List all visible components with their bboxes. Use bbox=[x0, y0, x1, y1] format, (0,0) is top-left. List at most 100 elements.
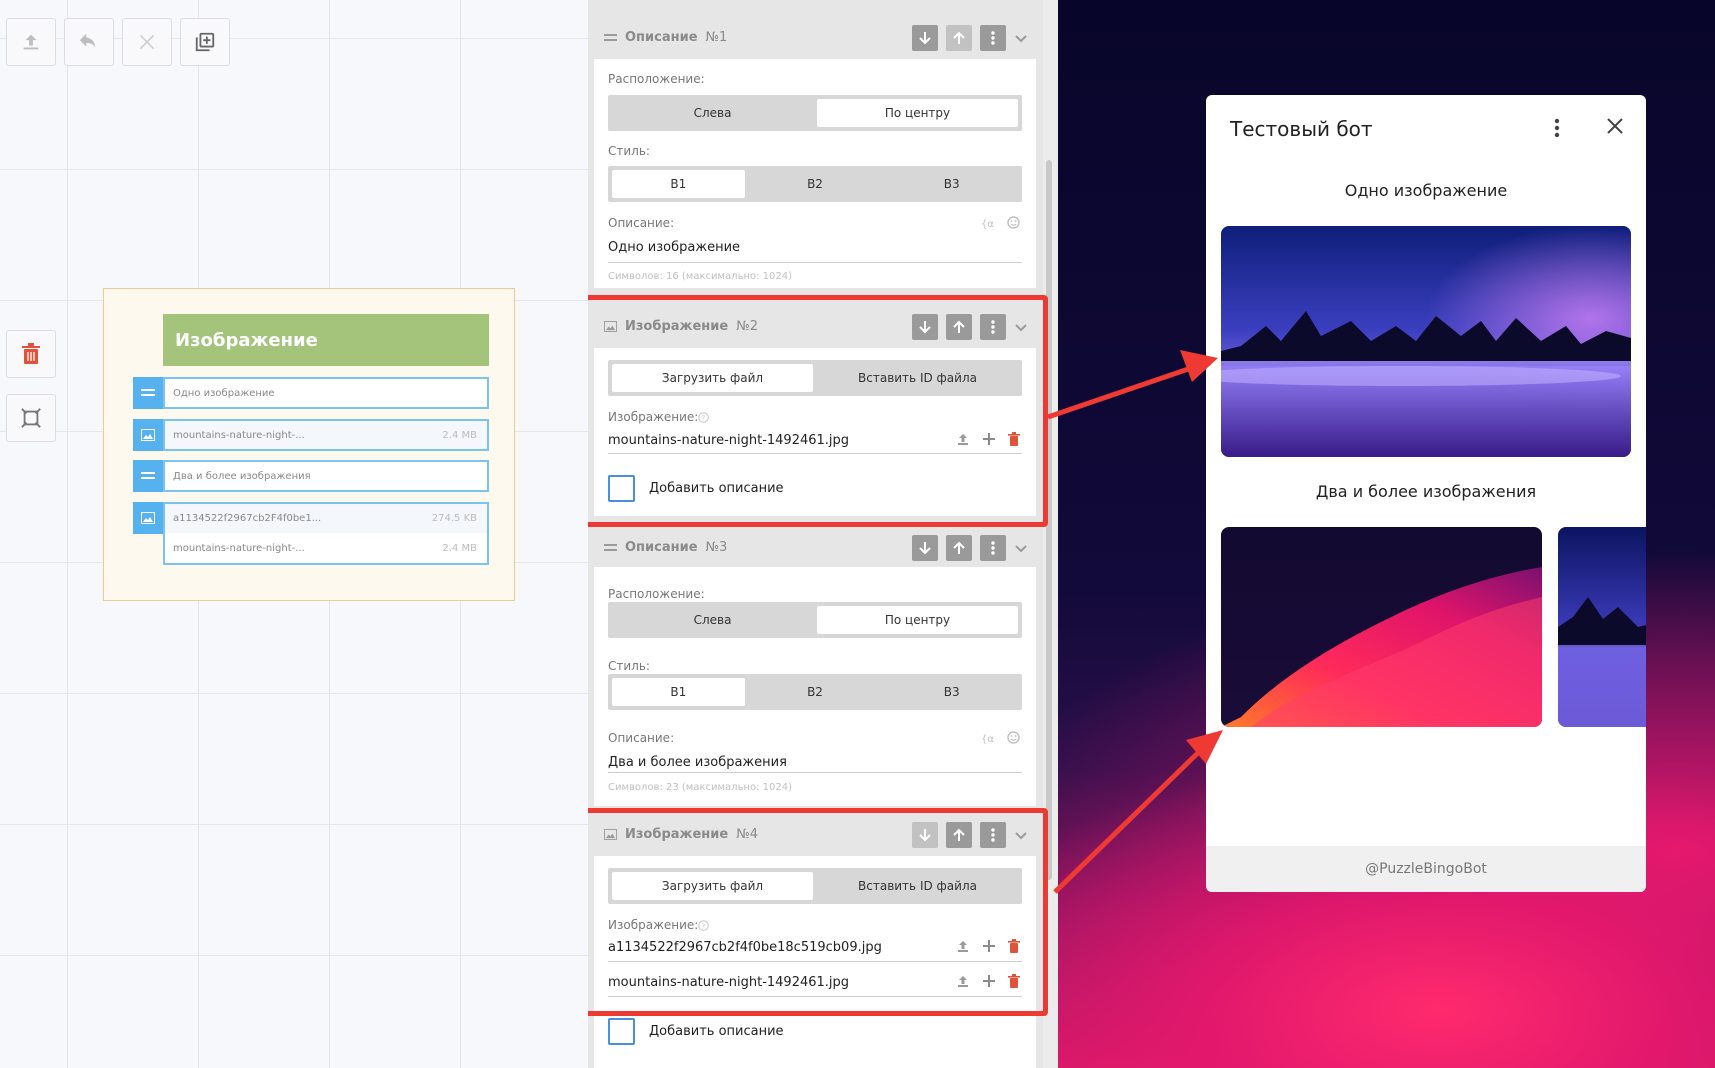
bot-title: Тестовый бот bbox=[1230, 117, 1373, 141]
block-body-description-3: Расположение: Слева По центру Стиль: B1 … bbox=[594, 567, 1036, 806]
option-center[interactable]: По центру bbox=[817, 606, 1018, 634]
image-badge bbox=[133, 419, 163, 451]
node-row-label: mountains-nature-night-... bbox=[173, 429, 305, 441]
style-toggle[interactable]: B1 B2 B3 bbox=[608, 674, 1022, 710]
image-icon bbox=[141, 429, 155, 441]
char-counter: Символов: 16 (максимально: 1024) bbox=[608, 271, 793, 282]
block-header-description-1[interactable]: Описание №1 bbox=[594, 15, 1036, 59]
move-down-button[interactable] bbox=[912, 535, 938, 561]
svg-text:{α: {α bbox=[981, 219, 994, 229]
more-button[interactable] bbox=[980, 535, 1006, 561]
upload-icon bbox=[23, 34, 39, 50]
option-center[interactable]: По центру bbox=[817, 99, 1018, 127]
block-number: №3 bbox=[705, 539, 728, 555]
kebab-icon bbox=[991, 31, 995, 45]
option-b1[interactable]: B1 bbox=[612, 170, 745, 198]
export-button[interactable] bbox=[6, 18, 56, 66]
more-button[interactable] bbox=[980, 25, 1006, 51]
undo-button[interactable] bbox=[64, 18, 114, 66]
description-input[interactable]: Одно изображение bbox=[608, 240, 740, 255]
divider bbox=[608, 262, 1022, 263]
move-up-button[interactable] bbox=[946, 535, 972, 561]
file-size: 2.4 MB bbox=[442, 429, 477, 441]
add-block-button[interactable] bbox=[180, 18, 230, 66]
style-label: Стиль: bbox=[608, 659, 650, 673]
text-badge bbox=[133, 377, 163, 409]
file-size: 2.4 MB bbox=[442, 542, 477, 554]
file-size: 274.5 KB bbox=[431, 513, 477, 524]
option-b1[interactable]: B1 bbox=[612, 678, 745, 706]
move-up-button[interactable] bbox=[946, 25, 972, 51]
style-toggle[interactable]: B1 B2 B3 bbox=[608, 166, 1022, 202]
kebab-icon[interactable] bbox=[1554, 117, 1560, 139]
block-type: Описание bbox=[625, 29, 698, 45]
delete-node-button[interactable] bbox=[6, 330, 56, 378]
description-input[interactable]: Два и более изображения bbox=[608, 755, 787, 770]
add-copy-icon bbox=[195, 32, 215, 52]
image-badge bbox=[133, 502, 163, 534]
style-label: Стиль: bbox=[608, 144, 650, 158]
kebab-icon bbox=[991, 541, 995, 555]
bot-preview-area: Тестовый бот Одно изображение Два и боле… bbox=[1058, 0, 1715, 1068]
frame-icon bbox=[21, 408, 41, 428]
node-row-label: mountains-nature-night-... bbox=[173, 542, 305, 554]
chevron-down-icon[interactable] bbox=[1014, 31, 1028, 45]
bot-username: @PuzzleBingoBot bbox=[1206, 846, 1646, 892]
node-title: Изображение bbox=[163, 314, 489, 366]
editor-panel[interactable]: Описание №1 Расположение: Слева По центр… bbox=[588, 0, 1058, 1068]
image-icon bbox=[141, 512, 155, 524]
option-b3[interactable]: B3 bbox=[885, 170, 1018, 198]
description-label: Описание: bbox=[608, 216, 675, 230]
arrow-up-icon bbox=[953, 31, 965, 44]
chevron-down-icon[interactable] bbox=[1014, 541, 1028, 555]
variable-icon[interactable]: {α bbox=[981, 217, 995, 229]
add-description-label: Добавить описание bbox=[649, 1024, 784, 1039]
variable-icon[interactable]: {α bbox=[981, 732, 995, 744]
close-icon[interactable] bbox=[1606, 117, 1624, 135]
caption-single: Одно изображение bbox=[1344, 181, 1508, 200]
move-down-button[interactable] bbox=[912, 25, 938, 51]
photo-mountains-night[interactable] bbox=[1221, 226, 1631, 457]
node-row-label: a1134522f2967cb2F4f0be1... bbox=[173, 513, 322, 524]
photo-mountains-night-2[interactable] bbox=[1558, 527, 1646, 727]
option-b2[interactable]: B2 bbox=[749, 678, 882, 706]
position-toggle[interactable]: Слева По центру bbox=[608, 602, 1022, 638]
highlight-frame-image-4 bbox=[588, 808, 1048, 1016]
position-label: Расположение: bbox=[608, 72, 705, 86]
caption-multi: Два и более изображения bbox=[1315, 482, 1537, 501]
emoji-icon[interactable] bbox=[1007, 216, 1020, 229]
option-b2[interactable]: B2 bbox=[749, 170, 882, 198]
text-badge bbox=[133, 460, 163, 492]
block-header-description-3[interactable]: Описание №3 bbox=[594, 525, 1036, 569]
bot-preview-card: Тестовый бот Одно изображение Два и боле… bbox=[1206, 95, 1646, 892]
position-label: Расположение: bbox=[608, 587, 705, 601]
node-row-text[interactable]: Одно изображение bbox=[163, 377, 489, 409]
menu-lines-icon bbox=[141, 389, 155, 396]
fit-view-button[interactable] bbox=[6, 394, 56, 442]
node-row-image-sub[interactable]: mountains-nature-night-... 2.4 MB bbox=[163, 533, 489, 565]
block-number: №1 bbox=[705, 29, 728, 45]
trash-icon bbox=[22, 343, 40, 364]
mountains-image bbox=[1221, 226, 1631, 457]
image-node[interactable]: Изображение Одно изображение mountains-n… bbox=[103, 288, 515, 601]
highlight-frame-image-2 bbox=[588, 295, 1048, 527]
option-left[interactable]: Слева bbox=[612, 99, 813, 127]
abstract-wave-image bbox=[1221, 527, 1542, 727]
option-left[interactable]: Слева bbox=[612, 606, 813, 634]
option-b3[interactable]: B3 bbox=[885, 678, 1018, 706]
arrow-up-icon bbox=[953, 541, 965, 554]
flow-canvas[interactable]: Изображение Одно изображение mountains-n… bbox=[0, 0, 588, 1068]
block-body-description-1: Расположение: Слева По центру Стиль: B1 … bbox=[594, 59, 1036, 288]
add-description-checkbox[interactable] bbox=[608, 1018, 635, 1045]
node-row-label: Одно изображение bbox=[173, 387, 275, 399]
emoji-icon[interactable] bbox=[1007, 731, 1020, 744]
node-row-text[interactable]: Два и более изображения bbox=[163, 460, 489, 492]
position-toggle[interactable]: Слева По центру bbox=[608, 95, 1022, 131]
node-row-image[interactable]: a1134522f2967cb2F4f0be1... 274.5 KB bbox=[163, 502, 489, 533]
photo-abstract-red[interactable] bbox=[1221, 527, 1542, 727]
menu-lines-icon bbox=[604, 33, 617, 41]
clear-button[interactable] bbox=[122, 18, 172, 66]
node-row-image[interactable]: mountains-nature-night-... 2.4 MB bbox=[163, 419, 489, 451]
close-icon bbox=[139, 34, 155, 50]
divider bbox=[608, 772, 1022, 773]
